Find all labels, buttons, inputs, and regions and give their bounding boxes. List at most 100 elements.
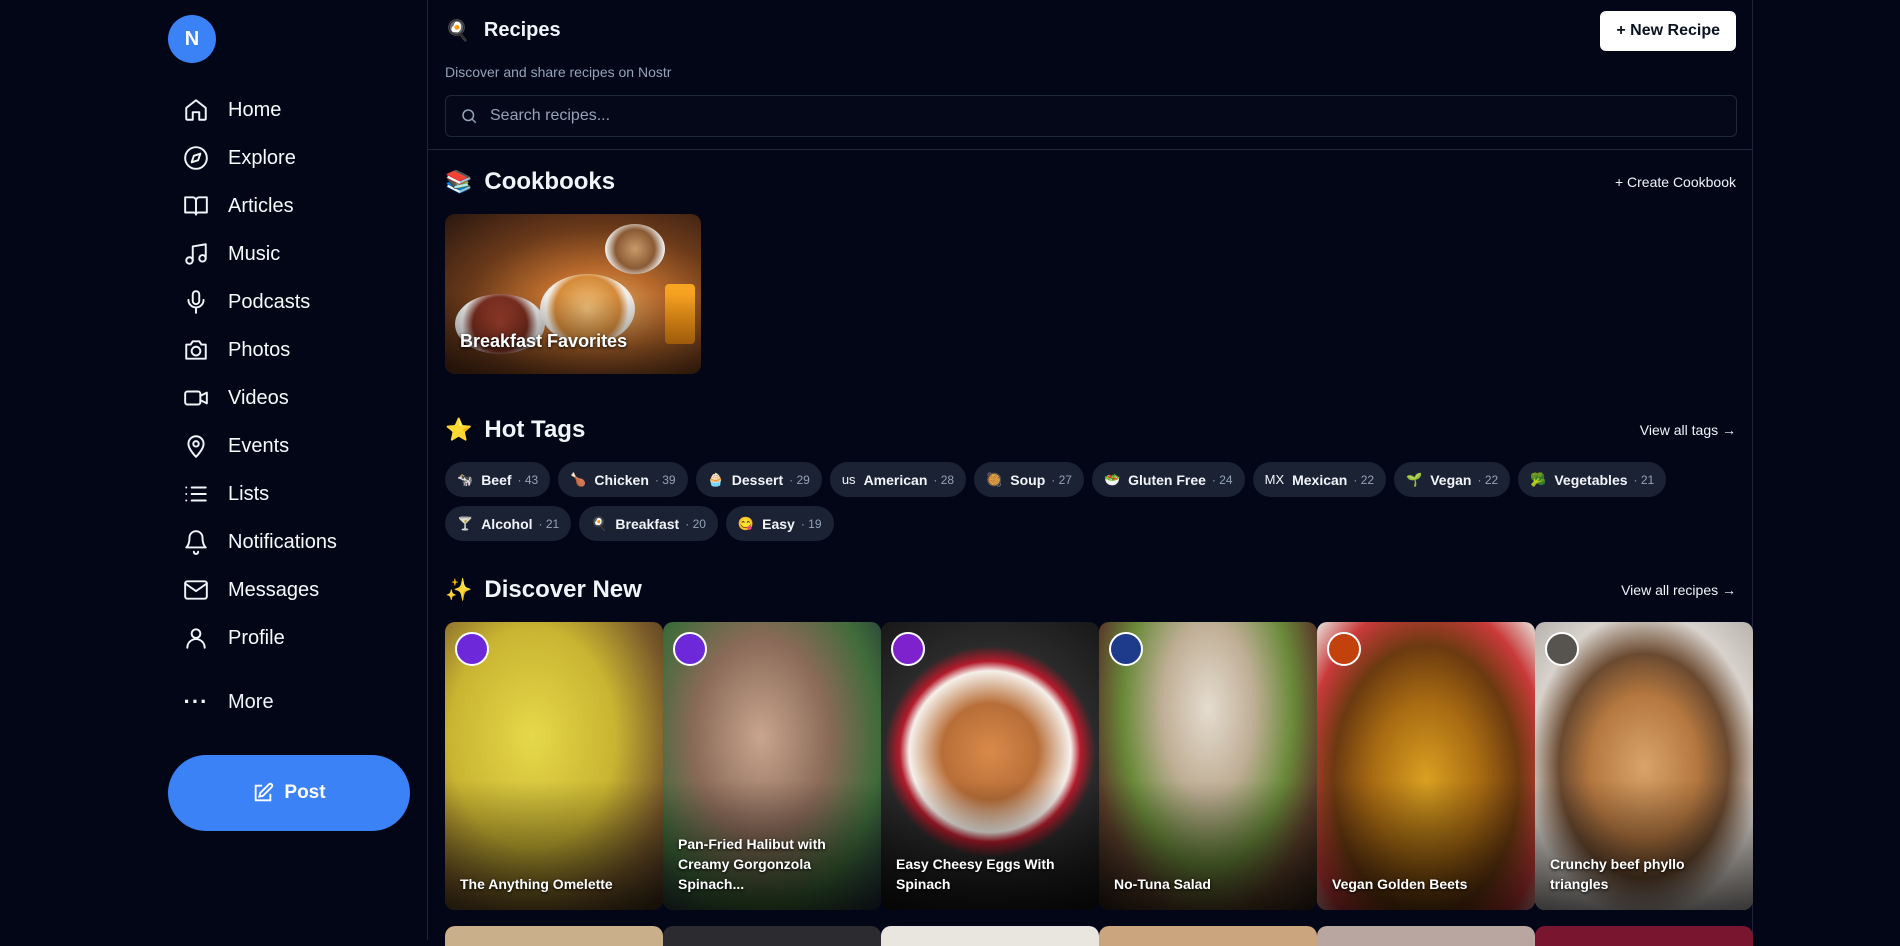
tag-easy[interactable]: 😋 Easy · 19 — [725, 506, 834, 541]
sparkles-icon: ✨ — [445, 577, 473, 602]
tag-name: Dessert — [731, 471, 784, 488]
nav-videos[interactable]: Videos — [182, 374, 337, 422]
books-icon: 📚 — [445, 169, 473, 194]
recipe-card[interactable]: No-Tuna Salad — [1099, 622, 1317, 910]
tag-american[interactable]: us American · 28 — [829, 462, 967, 497]
nav-label: Photos — [228, 338, 291, 361]
main-content: 🍳 Recipes Discover and share recipes on … — [427, 0, 1753, 946]
tag-emoji: 🍸 — [457, 515, 474, 531]
nav-profile[interactable]: Profile — [182, 614, 337, 662]
list-icon — [182, 480, 210, 508]
nav-label: Events — [228, 434, 290, 457]
page-subtitle: Discover and share recipes on Nostr — [445, 64, 672, 80]
tag-vegan[interactable]: 🌱 Vegan · 22 — [1394, 462, 1511, 497]
tag-count: · 39 — [654, 472, 676, 487]
tag-name: Soup — [1010, 471, 1046, 488]
recipe-title: Crunchy beef phyllo triangles — [1550, 856, 1685, 892]
page-title: 🍳 Recipes — [445, 18, 561, 43]
nav-label: Explore — [228, 146, 296, 169]
nav-label: Lists — [228, 482, 270, 505]
recipe-card-partial[interactable] — [1099, 926, 1317, 946]
tag-emoji: 🍗 — [570, 471, 587, 487]
tag-name: Vegan — [1430, 471, 1472, 488]
tag-soup[interactable]: 🥘 Soup · 27 — [974, 462, 1084, 497]
nav-events[interactable]: Events — [182, 422, 337, 470]
tag-count: · 19 — [800, 516, 822, 531]
recipe-card-partial[interactable] — [1535, 926, 1753, 946]
tag-count: · 27 — [1051, 472, 1072, 487]
new-recipe-button[interactable]: + New Recipe — [1600, 11, 1736, 51]
video-icon — [182, 384, 210, 412]
create-cookbook-link[interactable]: + Create Cookbook — [1615, 174, 1736, 190]
recipe-card[interactable]: The Anything Omelette — [445, 622, 663, 910]
recipe-card[interactable]: Easy Cheesy Eggs With Spinach — [881, 622, 1099, 910]
cookbook-card[interactable]: Breakfast Favorites — [445, 214, 701, 374]
cookbooks-heading: 📚 Cookbooks — [445, 168, 615, 196]
discover-heading: ✨ Discover New — [445, 576, 642, 604]
nav-explore[interactable]: Explore — [182, 134, 337, 182]
tag-emoji: 🍳 — [591, 515, 608, 531]
nav-notifications[interactable]: Notifications — [182, 518, 337, 566]
view-all-tags-link[interactable]: View all tags → — [1640, 422, 1736, 438]
tag-name: Beef — [481, 471, 512, 488]
recipe-card-partial[interactable] — [1317, 926, 1535, 946]
hot-tags-title: Hot Tags — [484, 416, 586, 443]
tag-name: Gluten Free — [1128, 471, 1206, 488]
tag-count: · 21 — [538, 516, 560, 531]
nav-photos[interactable]: Photos — [182, 326, 337, 374]
nav-label: Videos — [228, 386, 289, 409]
map-pin-icon — [182, 432, 210, 460]
tag-beef[interactable]: 🐄 Beef · 43 — [445, 462, 551, 497]
tag-count: · 20 — [685, 516, 706, 531]
recipe-card-partial[interactable] — [445, 926, 663, 946]
tag-mexican[interactable]: MX Mexican · 22 — [1252, 462, 1387, 497]
user-avatar[interactable]: N — [168, 15, 216, 63]
nav-label: Podcasts — [228, 290, 311, 313]
recipe-card-partial[interactable] — [663, 926, 881, 946]
nav-more[interactable]: ··· More — [182, 678, 274, 726]
tag-name: Mexican — [1292, 471, 1348, 488]
discover-title: Discover New — [484, 576, 642, 603]
tag-name: Breakfast — [615, 515, 680, 532]
tag-name: Vegetables — [1554, 471, 1628, 488]
tag-name: Easy — [762, 515, 795, 532]
nav-articles[interactable]: Articles — [182, 182, 337, 230]
search-input[interactable] — [490, 107, 1690, 125]
hot-tags-heading: ⭐ Hot Tags — [445, 416, 585, 444]
tag-vegetables[interactable]: 🥦 Vegetables · 21 — [1518, 462, 1667, 497]
recipe-title: No-Tuna Salad — [1114, 876, 1211, 892]
bell-icon — [182, 528, 210, 556]
tag-dessert[interactable]: 🧁 Dessert · 29 — [695, 462, 822, 497]
recipe-card-partial[interactable] — [881, 926, 1099, 946]
cookbook-name: Breakfast Favorites — [460, 331, 628, 351]
nav-label: Notifications — [228, 530, 337, 553]
tag-alcohol[interactable]: 🍸 Alcohol · 21 — [445, 506, 572, 541]
post-button[interactable]: Post — [168, 755, 410, 831]
tag-emoji: 🧁 — [707, 471, 724, 487]
search-box — [445, 95, 1737, 137]
nav-podcasts[interactable]: Podcasts — [182, 278, 337, 326]
nav-lists[interactable]: Lists — [182, 470, 337, 518]
nav-music[interactable]: Music — [182, 230, 337, 278]
post-label: Post — [284, 782, 326, 803]
recipe-title: Easy Cheesy Eggs With Spinach — [896, 856, 1055, 892]
tag-list: 🐄 Beef · 43 🍗 Chicken · 39 🧁 Dessert · 29 us Am… — [445, 462, 1745, 541]
tag-emoji: 🌱 — [1406, 471, 1423, 487]
nav-messages[interactable]: Messages — [182, 566, 337, 614]
tag-name: Chicken — [594, 471, 649, 488]
recipe-card[interactable]: Vegan Golden Beets — [1317, 622, 1535, 910]
tag-gluten-free[interactable]: 🥗 Gluten Free · 24 — [1091, 462, 1245, 497]
recipe-title: Pan-Fried Halibut with Creamy Gorgonzola… — [678, 836, 826, 892]
nav-home[interactable]: Home — [182, 86, 337, 134]
tag-emoji: 😋 — [737, 515, 755, 531]
tag-count: · 28 — [933, 472, 955, 487]
tag-count: · 43 — [517, 472, 539, 487]
tag-breakfast[interactable]: 🍳 Breakfast · 20 — [579, 506, 718, 541]
nav-label: Messages — [228, 578, 320, 601]
recipe-card[interactable]: Crunchy beef phyllo triangles — [1535, 622, 1753, 910]
tag-chicken[interactable]: 🍗 Chicken · 39 — [558, 462, 688, 497]
recipe-card[interactable]: Pan-Fried Halibut with Creamy Gorgonzola… — [663, 622, 881, 910]
view-all-recipes-link[interactable]: View all recipes → — [1621, 582, 1736, 598]
tag-emoji: 🥘 — [986, 471, 1003, 487]
tag-emoji: 🐄 — [457, 471, 474, 487]
